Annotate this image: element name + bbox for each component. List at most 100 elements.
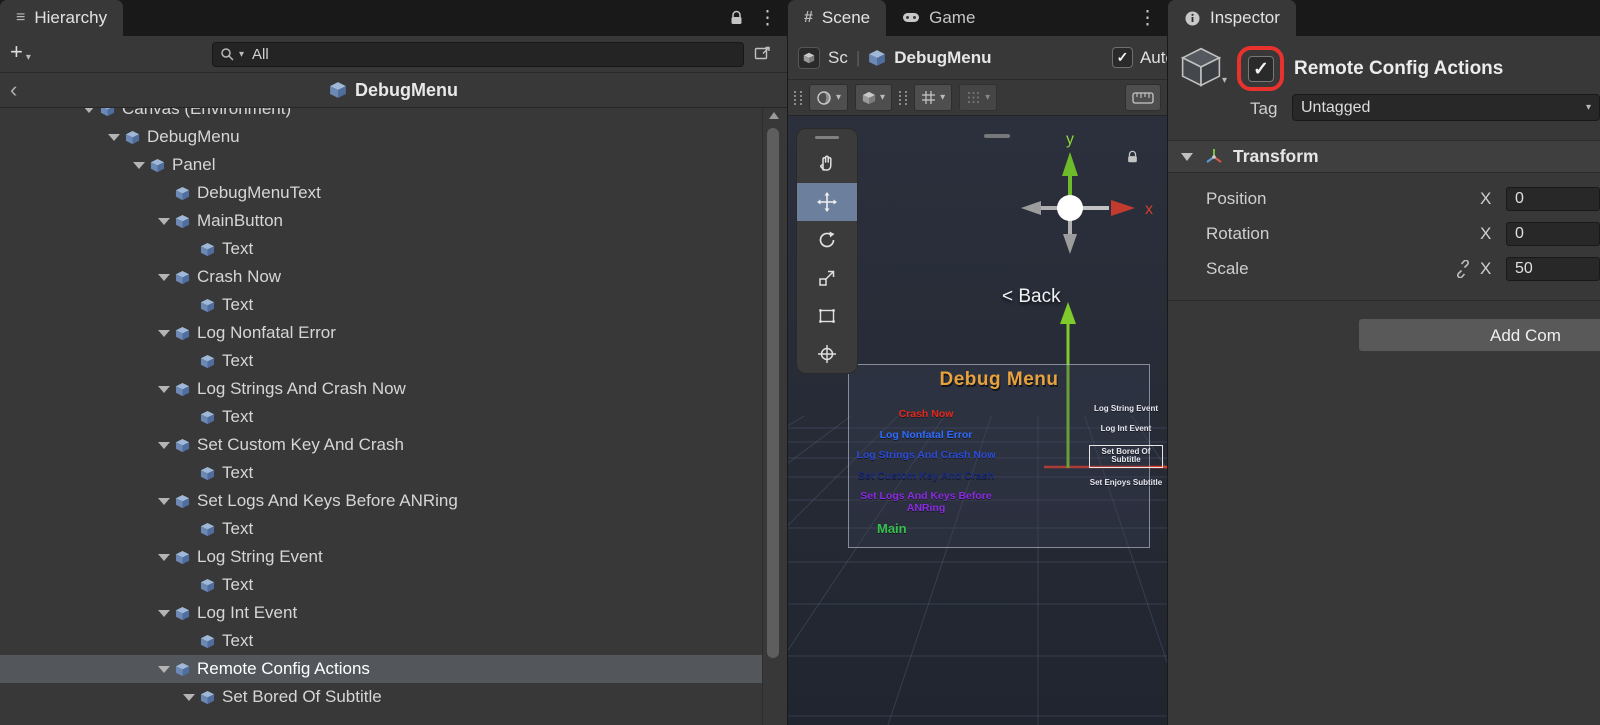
create-button[interactable]: + ▾	[10, 41, 31, 63]
scene-debug-button[interactable]: Set Enjoys Subtitle	[1090, 479, 1162, 488]
tree-item[interactable]: Crash Now	[0, 263, 762, 291]
scene-debug-button[interactable]: Log Nonfatal Error	[880, 430, 973, 442]
tree-item[interactable]: Log Int Event	[0, 599, 762, 627]
scene-debug-button[interactable]: Log String Event	[1094, 405, 1158, 414]
toolbar-handle-icon[interactable]	[899, 91, 907, 105]
tree-item[interactable]: Log String Event	[0, 543, 762, 571]
orientation-gizmo[interactable]: y x	[1013, 130, 1163, 270]
scene-picker-label[interactable]: Sc	[828, 48, 848, 68]
foldout-icon[interactable]	[155, 207, 175, 235]
tree-item[interactable]: Set Logs And Keys Before ANRing	[0, 487, 762, 515]
enable-checkbox[interactable]: ✓	[1248, 56, 1274, 82]
search-input[interactable]: ▾ All	[212, 42, 744, 67]
tree-item[interactable]: Log Strings And Crash Now	[0, 375, 762, 403]
scene-debug-button[interactable]: Set Bored Of Subtitle	[1089, 445, 1163, 469]
tree-item[interactable]: MainButton	[0, 207, 762, 235]
ruler-button[interactable]	[1125, 84, 1161, 111]
tree-item[interactable]: Log Nonfatal Error	[0, 319, 762, 347]
auto-save-checkbox[interactable]: ✓	[1112, 47, 1133, 68]
move-tool-button[interactable]	[797, 183, 857, 221]
scene-debug-button[interactable]: Set Logs And Keys Before ANRing	[851, 491, 1001, 514]
tab-scene[interactable]: # Scene	[788, 0, 886, 36]
rotate-tool-button[interactable]	[797, 221, 857, 259]
foldout-icon[interactable]	[155, 543, 175, 571]
tree-item[interactable]: Text	[0, 347, 762, 375]
foldout-icon[interactable]	[105, 123, 125, 151]
transform-tool-button[interactable]	[797, 335, 857, 373]
toolbar-handle-icon[interactable]	[794, 91, 802, 105]
scene-debug-button[interactable]: Crash Now	[899, 409, 954, 421]
scene-debug-button[interactable]: Log Int Event	[1101, 425, 1152, 434]
scene-menu-icon[interactable]: ⋮	[1138, 9, 1157, 28]
gizmo-neg-x-cone[interactable]	[1021, 201, 1041, 215]
scale-link-slot[interactable]	[1436, 260, 1480, 278]
tag-dropdown[interactable]: Untagged ▾	[1292, 94, 1600, 121]
value-field[interactable]: 50	[1506, 257, 1600, 281]
rect-tool-button[interactable]	[797, 297, 857, 335]
scene-viewport[interactable]: Debug Menu Crash NowLog Nonfatal ErrorLo…	[788, 116, 1167, 725]
tree-item[interactable]: Text	[0, 235, 762, 263]
add-component-button[interactable]: Add Com	[1358, 318, 1600, 352]
debug-menu-footer[interactable]: Main	[877, 521, 907, 536]
value-field[interactable]: 0	[1506, 222, 1600, 246]
shading-mode-dropdown[interactable]: ▾	[809, 84, 848, 111]
tree-item[interactable]: Text	[0, 515, 762, 543]
gizmo-y-cone[interactable]	[1062, 152, 1078, 176]
scene-asset-icon[interactable]	[798, 47, 820, 69]
hand-tool-button[interactable]	[797, 145, 857, 183]
foldout-icon[interactable]	[155, 599, 175, 627]
scene-back-button[interactable]: < Back	[1002, 286, 1061, 308]
tree-item[interactable]: Set Custom Key And Crash	[0, 431, 762, 459]
scene-debug-button[interactable]: Log Strings And Crash Now	[856, 450, 995, 462]
tab-inspector[interactable]: Inspector	[1168, 0, 1296, 36]
hierarchy-menu-icon[interactable]: ⋮	[758, 9, 777, 28]
foldout-icon[interactable]	[130, 151, 150, 179]
open-search-window-icon[interactable]	[754, 45, 771, 61]
gizmo-neg-y-cone[interactable]	[1063, 234, 1077, 254]
tree-item[interactable]: DebugMenuText	[0, 179, 762, 207]
foldout-icon[interactable]	[180, 683, 200, 711]
cube-icon	[175, 270, 190, 285]
gizmo-center[interactable]	[1057, 195, 1083, 221]
tree-item[interactable]: Text	[0, 571, 762, 599]
tree-item[interactable]: Text	[0, 627, 762, 655]
scene-debug-button[interactable]: Set Custom Key And Crash	[858, 471, 994, 483]
gizmo-x-cone[interactable]	[1111, 200, 1135, 216]
scrollbar[interactable]	[766, 112, 781, 721]
gizmo-y-arrowhead[interactable]	[1060, 302, 1076, 324]
foldout-icon[interactable]	[155, 375, 175, 403]
tab-hierarchy[interactable]: ≡ Hierarchy	[0, 0, 123, 36]
foldout-icon[interactable]	[155, 319, 175, 347]
scene-lock-icon[interactable]	[1126, 150, 1139, 164]
gameobject-cube-icon[interactable]	[1180, 46, 1222, 88]
transform-rows: PositionX0RotationX0Scale X50	[1168, 186, 1600, 291]
tree-item[interactable]: DebugMenu	[0, 123, 762, 151]
debug-menu-right-column: Log String Event Log Int Event Set Bored O…	[1089, 405, 1163, 488]
scene-camera-dropdown[interactable]: ▾	[855, 84, 892, 111]
lock-icon[interactable]	[729, 10, 744, 26]
icon-picker-caret-icon[interactable]: ▾	[1222, 76, 1227, 86]
foldout-icon[interactable]	[155, 487, 175, 515]
tree-item[interactable]: Panel	[0, 151, 762, 179]
tool-strip-handle[interactable]	[797, 129, 857, 145]
foldout-icon[interactable]	[155, 655, 175, 683]
search-filter-caret-icon[interactable]: ▾	[239, 50, 244, 60]
scrollbar-thumb[interactable]	[767, 128, 779, 658]
value-field[interactable]: 0	[1506, 187, 1600, 211]
tab-game[interactable]: Game	[886, 0, 991, 36]
back-chevron-icon[interactable]: ‹	[10, 79, 17, 101]
foldout-icon[interactable]	[1181, 153, 1193, 161]
tree-item[interactable]: Text	[0, 403, 762, 431]
tree-item[interactable]: Remote Config Actions	[0, 655, 762, 683]
transform-section-header[interactable]: Transform	[1168, 140, 1600, 173]
tree-item[interactable]: Text	[0, 459, 762, 487]
grid-snap-dropdown[interactable]: ▾	[914, 84, 952, 111]
snap-increment-dropdown[interactable]: ▾	[959, 84, 997, 111]
tree-item[interactable]: Set Bored Of Subtitle	[0, 683, 762, 711]
auto-save-toggle[interactable]: ✓ Auto S	[1112, 47, 1167, 68]
scale-tool-button[interactable]	[797, 259, 857, 297]
scroll-up-arrow-icon[interactable]	[769, 112, 779, 119]
foldout-icon[interactable]	[155, 263, 175, 291]
foldout-icon[interactable]	[155, 431, 175, 459]
tree-item[interactable]: Text	[0, 291, 762, 319]
